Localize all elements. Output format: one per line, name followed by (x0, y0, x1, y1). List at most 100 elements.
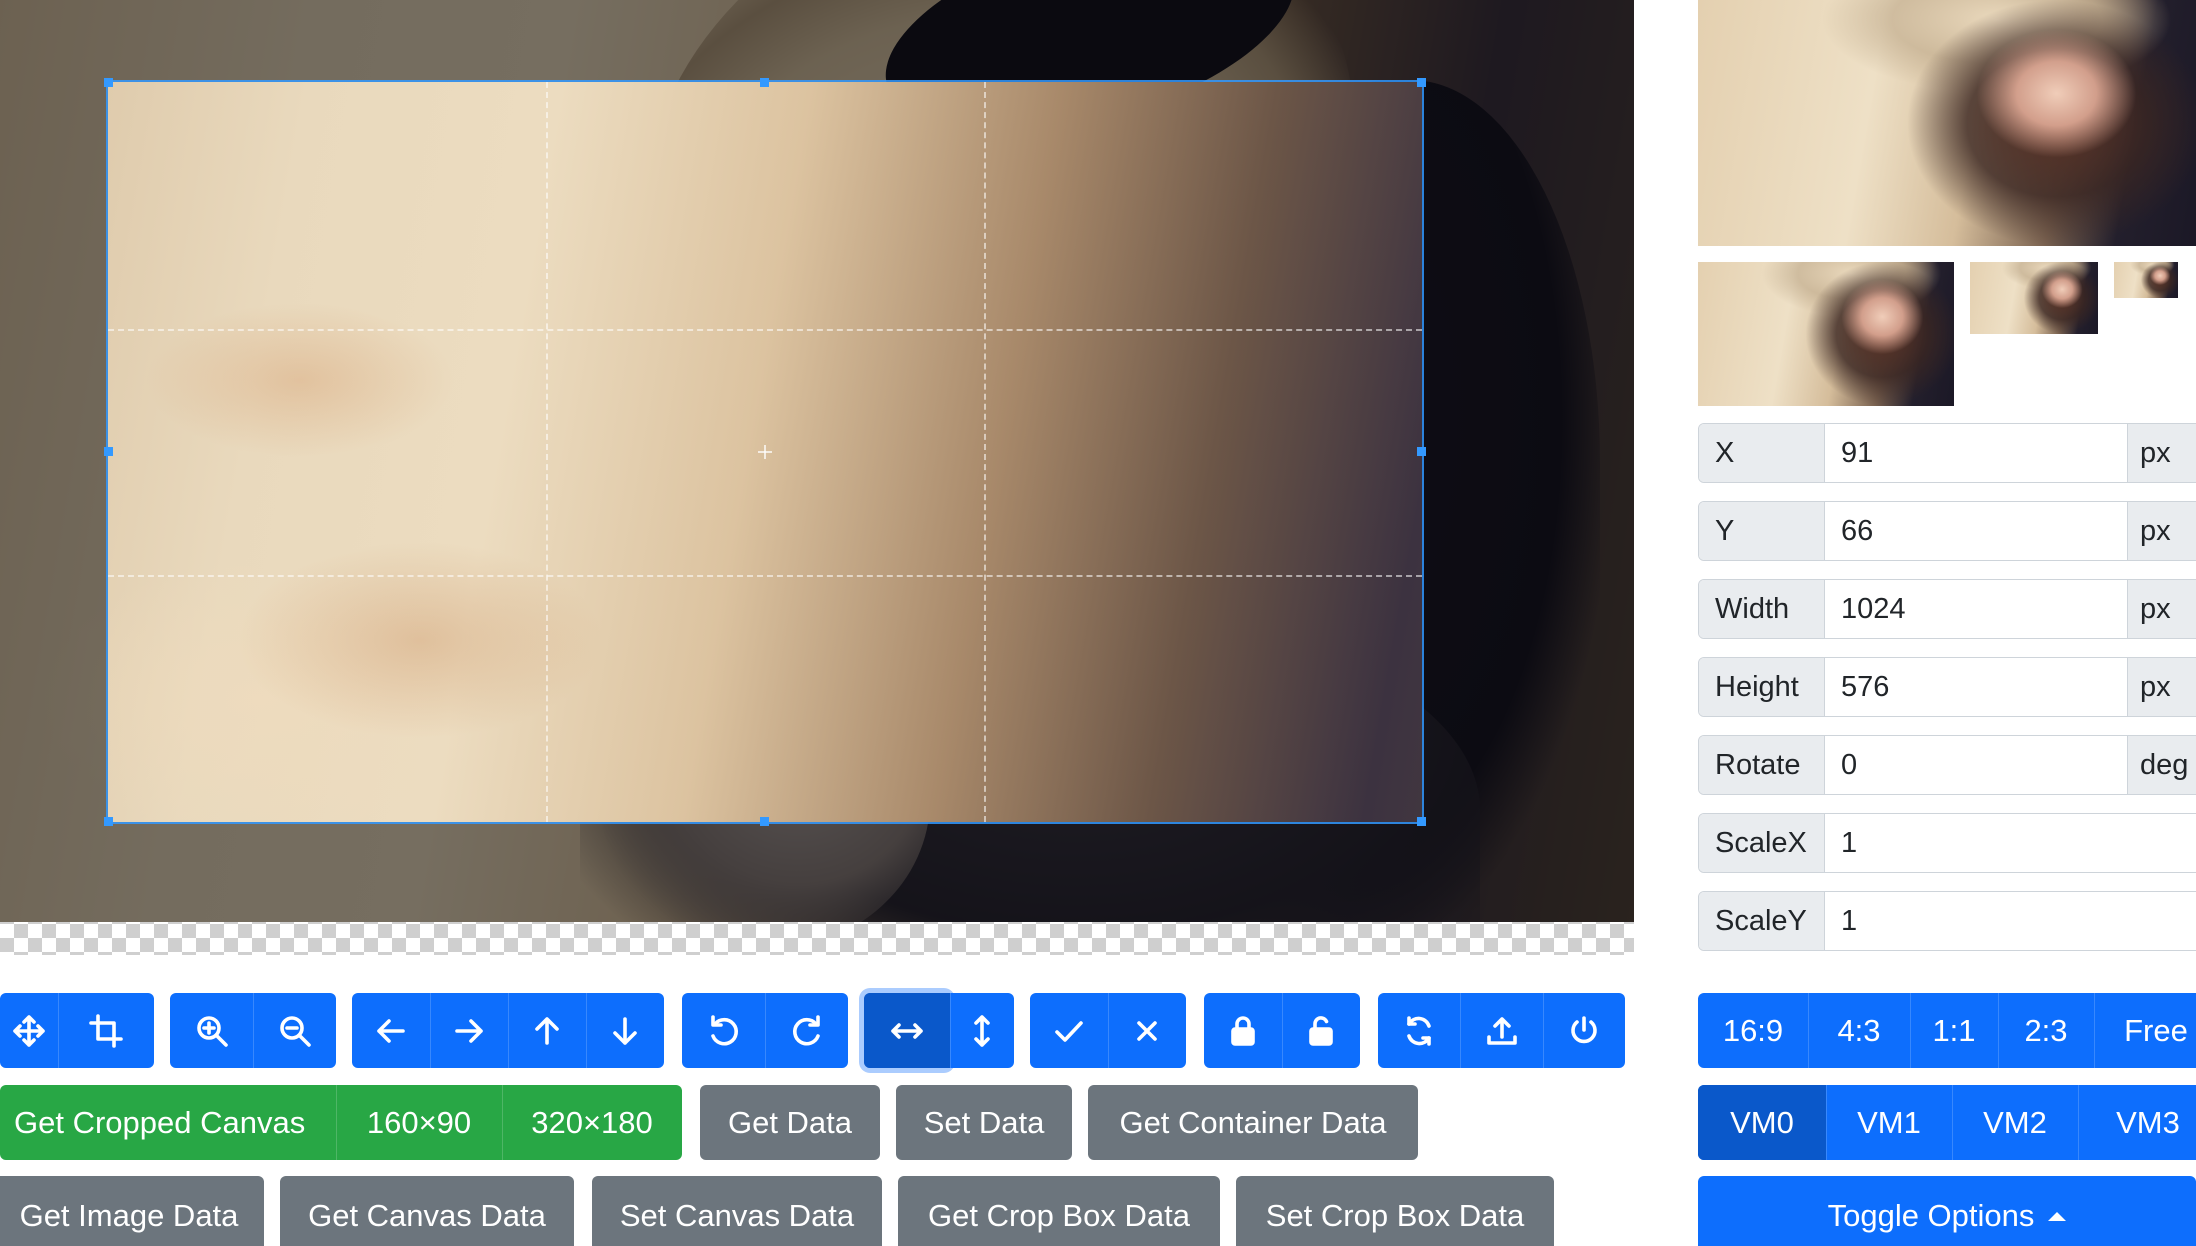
crop-handle-ne[interactable] (1417, 78, 1426, 87)
preview-large (1698, 0, 2196, 246)
zoom-in-button[interactable] (170, 993, 253, 1068)
get-container-data-button[interactable]: Get Container Data (1088, 1085, 1418, 1160)
input-group-width: Width 1024 px (1698, 579, 2196, 639)
aspect-ratio-16-9-button[interactable]: 16:9 (1698, 993, 1808, 1068)
set-data-button[interactable]: Set Data (896, 1085, 1072, 1160)
preview-xsmall (2114, 262, 2178, 298)
aspect-ratio-1-1-button[interactable]: 1:1 (1910, 993, 1998, 1068)
preview-medium (1698, 262, 1954, 406)
enable-button[interactable] (1282, 993, 1360, 1068)
rotate-unit: deg (2127, 736, 2196, 794)
power-icon (1571, 1015, 1597, 1043)
arrow-right-icon (455, 1018, 483, 1043)
lock-icon (1231, 1015, 1255, 1046)
view-mode-3-button[interactable]: VM3 (2078, 1085, 2196, 1160)
crop-handle-n[interactable] (760, 78, 769, 87)
upload-icon (1486, 1016, 1517, 1045)
arrow-down-icon (613, 1016, 637, 1045)
zoom-out-button[interactable] (253, 993, 336, 1068)
y-label: Y (1699, 502, 1825, 560)
toggle-options-button[interactable]: Toggle Options (1698, 1176, 2196, 1246)
crop-box[interactable] (106, 80, 1424, 824)
input-group-scale-y: ScaleY 1 (1698, 891, 2196, 951)
crop-handle-s[interactable] (760, 817, 769, 826)
aspect-ratio-free-button[interactable]: Free (2094, 993, 2196, 1068)
lock-group (1204, 993, 1360, 1068)
crop-icon (89, 1013, 123, 1048)
aspect-ratio-2-3-button[interactable]: 2:3 (1998, 993, 2094, 1068)
get-cropped-canvas-group: Get Cropped Canvas 160×90 320×180 (0, 1085, 682, 1160)
scale-y-label: ScaleY (1699, 892, 1825, 950)
scale-y-input[interactable]: 1 (1825, 892, 2196, 950)
crop-handle-nw[interactable] (104, 78, 113, 87)
get-image-data-button[interactable]: Get Image Data (0, 1176, 264, 1246)
crop-clear-button[interactable] (1108, 993, 1186, 1068)
move-mode-button[interactable] (0, 993, 58, 1068)
height-input[interactable]: 576 (1825, 658, 2127, 716)
drag-mode-group (0, 993, 154, 1068)
refresh-icon (1407, 1015, 1431, 1046)
rotate-group (682, 993, 848, 1068)
reset-button[interactable] (1378, 993, 1460, 1068)
crop-center-mark (758, 445, 772, 459)
close-icon (1137, 1020, 1157, 1041)
crop-handle-w[interactable] (104, 447, 113, 456)
upload-image-button[interactable] (1460, 993, 1543, 1068)
rotate-right-button[interactable] (765, 993, 848, 1068)
x-input[interactable]: 91 (1825, 424, 2127, 482)
move-down-button[interactable] (586, 993, 664, 1068)
view-mode-0-button[interactable]: VM0 (1698, 1085, 1826, 1160)
arrow-up-icon (535, 1016, 559, 1045)
flip-horizontal-icon (891, 1022, 923, 1039)
crop-handle-se[interactable] (1417, 817, 1426, 826)
rotate-left-icon (710, 1014, 738, 1045)
destroy-button[interactable] (1543, 993, 1625, 1068)
input-group-rotate: Rotate 0 deg (1698, 735, 2196, 795)
crop-guide-line (983, 82, 986, 822)
view-mode-2-button[interactable]: VM2 (1952, 1085, 2078, 1160)
move-right-button[interactable] (430, 993, 508, 1068)
y-input[interactable]: 66 (1825, 502, 2127, 560)
flip-horizontal-button[interactable] (864, 993, 950, 1068)
cropper-container[interactable] (0, 0, 1634, 955)
move-up-button[interactable] (508, 993, 586, 1068)
arrow-left-icon (377, 1018, 405, 1043)
flip-vertical-icon (974, 1014, 990, 1047)
preview-small (1970, 262, 2098, 334)
disable-button[interactable] (1204, 993, 1282, 1068)
get-canvas-data-button[interactable]: Get Canvas Data (280, 1176, 574, 1246)
rotate-left-button[interactable] (682, 993, 765, 1068)
crop-handle-e[interactable] (1417, 447, 1426, 456)
rotate-label: Rotate (1699, 736, 1825, 794)
move-icon (13, 1014, 45, 1047)
get-cropped-canvas-button[interactable]: Get Cropped Canvas (0, 1085, 336, 1160)
x-label: X (1699, 424, 1825, 482)
crop-handle-sw[interactable] (104, 817, 113, 826)
set-canvas-data-button[interactable]: Set Canvas Data (592, 1176, 882, 1246)
view-mode-group: VM0 VM1 VM2 VM3 (1698, 1085, 2196, 1160)
set-crop-box-data-button[interactable]: Set Crop Box Data (1236, 1176, 1554, 1246)
unlock-icon (1309, 1015, 1333, 1046)
crop-apply-button[interactable] (1030, 993, 1108, 1068)
width-input[interactable]: 1024 (1825, 580, 2127, 638)
width-unit: px (2127, 580, 2196, 638)
get-data-button[interactable]: Get Data (700, 1085, 880, 1160)
move-left-button[interactable] (352, 993, 430, 1068)
width-label: Width (1699, 580, 1825, 638)
cropped-canvas-160-button[interactable]: 160×90 (336, 1085, 502, 1160)
scale-x-input[interactable]: 1 (1825, 814, 2196, 872)
rotate-input[interactable]: 0 (1825, 736, 2127, 794)
aspect-ratio-4-3-button[interactable]: 4:3 (1808, 993, 1910, 1068)
height-unit: px (2127, 658, 2196, 716)
crop-action-group (1030, 993, 1186, 1068)
cropped-canvas-320-button[interactable]: 320×180 (502, 1085, 682, 1160)
get-crop-box-data-button[interactable]: Get Crop Box Data (898, 1176, 1220, 1246)
move-group (352, 993, 664, 1068)
crop-mode-button[interactable] (58, 993, 154, 1068)
toggle-options-label: Toggle Options (1827, 1198, 2035, 1233)
view-mode-1-button[interactable]: VM1 (1826, 1085, 1952, 1160)
flip-group (864, 993, 1014, 1068)
flip-vertical-button[interactable] (950, 993, 1014, 1068)
zoom-in-icon (196, 1015, 228, 1047)
input-group-x: X 91 px (1698, 423, 2196, 483)
